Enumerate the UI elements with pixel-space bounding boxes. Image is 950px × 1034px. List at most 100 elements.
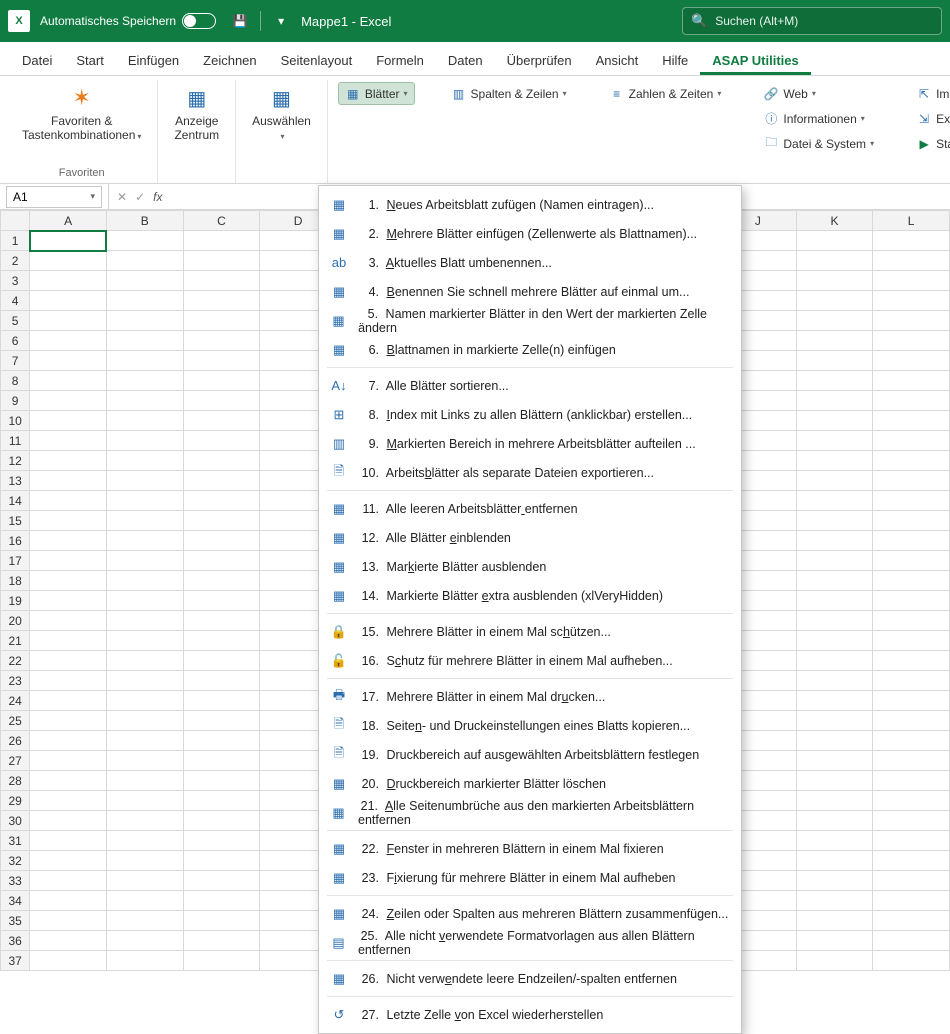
cell[interactable] [796, 471, 873, 491]
row-header[interactable]: 29 [1, 791, 30, 811]
cell[interactable] [30, 871, 107, 891]
cell[interactable] [796, 451, 873, 471]
cell[interactable] [183, 331, 260, 351]
cell[interactable] [106, 791, 183, 811]
cell[interactable] [30, 631, 107, 651]
cell[interactable] [183, 471, 260, 491]
cell[interactable] [30, 771, 107, 791]
favoriten-button[interactable]: ✶ Favoriten & Tastenkombinationen▾ [16, 80, 147, 147]
cell[interactable] [873, 851, 950, 871]
cell[interactable] [873, 491, 950, 511]
cell[interactable] [106, 711, 183, 731]
cell[interactable] [183, 411, 260, 431]
cell[interactable] [183, 631, 260, 651]
cell[interactable] [183, 271, 260, 291]
cell[interactable] [106, 271, 183, 291]
cell[interactable] [30, 571, 107, 591]
cell[interactable] [873, 671, 950, 691]
cell[interactable] [796, 551, 873, 571]
cell[interactable] [183, 431, 260, 451]
cell[interactable] [796, 891, 873, 911]
cell[interactable] [873, 271, 950, 291]
cell[interactable] [796, 431, 873, 451]
cell[interactable] [183, 771, 260, 791]
row-header[interactable]: 14 [1, 491, 30, 511]
cell[interactable] [183, 451, 260, 471]
cell[interactable] [796, 831, 873, 851]
cell[interactable] [873, 471, 950, 491]
cell[interactable] [106, 731, 183, 751]
cell[interactable] [796, 251, 873, 271]
cell[interactable] [183, 651, 260, 671]
row-header[interactable]: 31 [1, 831, 30, 851]
cell[interactable] [873, 911, 950, 931]
row-header[interactable]: 34 [1, 891, 30, 911]
cell[interactable] [30, 751, 107, 771]
cell[interactable] [796, 331, 873, 351]
start-button[interactable]: ▶ Start ▾ [910, 132, 950, 155]
cell[interactable] [873, 731, 950, 751]
cell[interactable] [873, 331, 950, 351]
menu-item[interactable]: ▥9. Markierten Bereich in mehrere Arbeit… [319, 429, 741, 458]
cell[interactable] [183, 891, 260, 911]
row-header[interactable]: 4 [1, 291, 30, 311]
cell[interactable] [183, 571, 260, 591]
cell[interactable] [106, 531, 183, 551]
cell[interactable] [796, 271, 873, 291]
cell[interactable] [106, 331, 183, 351]
cell[interactable] [106, 311, 183, 331]
zahlen-zeiten-button[interactable]: ≡ Zahlen & Zeiten ▾ [603, 82, 728, 105]
datei-system-button[interactable]: 🗀 Datei & System ▾ [757, 132, 880, 155]
cell[interactable] [30, 531, 107, 551]
cell[interactable] [873, 771, 950, 791]
cell[interactable] [183, 511, 260, 531]
cell[interactable] [796, 651, 873, 671]
cell[interactable] [30, 451, 107, 471]
row-header[interactable]: 6 [1, 331, 30, 351]
cell[interactable] [796, 911, 873, 931]
cell[interactable] [796, 751, 873, 771]
cell[interactable] [106, 951, 183, 971]
cell[interactable] [30, 811, 107, 831]
cell[interactable] [106, 591, 183, 611]
cell[interactable] [30, 311, 107, 331]
cell[interactable] [106, 871, 183, 891]
cell[interactable] [183, 491, 260, 511]
tab-ansicht[interactable]: Ansicht [584, 46, 651, 75]
name-box[interactable]: A1 ▾ [6, 186, 102, 208]
cell[interactable] [873, 371, 950, 391]
cell[interactable] [183, 711, 260, 731]
menu-item[interactable]: 🗎19. Druckbereich auf ausgewählten Arbei… [319, 740, 741, 769]
menu-item[interactable]: ▦14. Markierte Blätter extra ausblenden … [319, 581, 741, 610]
cell[interactable] [30, 551, 107, 571]
cell[interactable] [796, 571, 873, 591]
cell[interactable] [183, 691, 260, 711]
select-all-corner[interactable] [1, 211, 30, 231]
menu-item[interactable]: ↺27. Letzte Zelle von Excel wiederherste… [319, 1000, 741, 1029]
save-icon[interactable]: 💾 [228, 9, 252, 33]
row-header[interactable]: 2 [1, 251, 30, 271]
cell[interactable] [30, 791, 107, 811]
menu-item[interactable]: 🔓16. Schutz für mehrere Blätter in einem… [319, 646, 741, 675]
cell[interactable] [106, 571, 183, 591]
cell[interactable] [796, 411, 873, 431]
cell[interactable] [106, 751, 183, 771]
cell[interactable] [30, 891, 107, 911]
web-button[interactable]: 🔗 Web ▾ [757, 82, 880, 105]
cell[interactable] [796, 771, 873, 791]
cell[interactable] [30, 731, 107, 751]
cell[interactable] [30, 511, 107, 531]
row-header[interactable]: 11 [1, 431, 30, 451]
cell[interactable] [873, 451, 950, 471]
cell[interactable] [796, 351, 873, 371]
menu-item[interactable]: ▦4. Benennen Sie schnell mehrere Blätter… [319, 277, 741, 306]
column-header[interactable]: K [796, 211, 873, 231]
auswahlen-button[interactable]: ▦ Auswählen▾ [246, 80, 317, 147]
cell[interactable] [873, 511, 950, 531]
cell[interactable] [873, 531, 950, 551]
cell[interactable] [796, 851, 873, 871]
menu-item[interactable]: 🗎18. Seiten- und Druckeinstellungen eine… [319, 711, 741, 740]
menu-item[interactable]: ▦13. Markierte Blätter ausblenden [319, 552, 741, 581]
fx-icon[interactable]: fx [153, 190, 162, 204]
cell[interactable] [796, 791, 873, 811]
